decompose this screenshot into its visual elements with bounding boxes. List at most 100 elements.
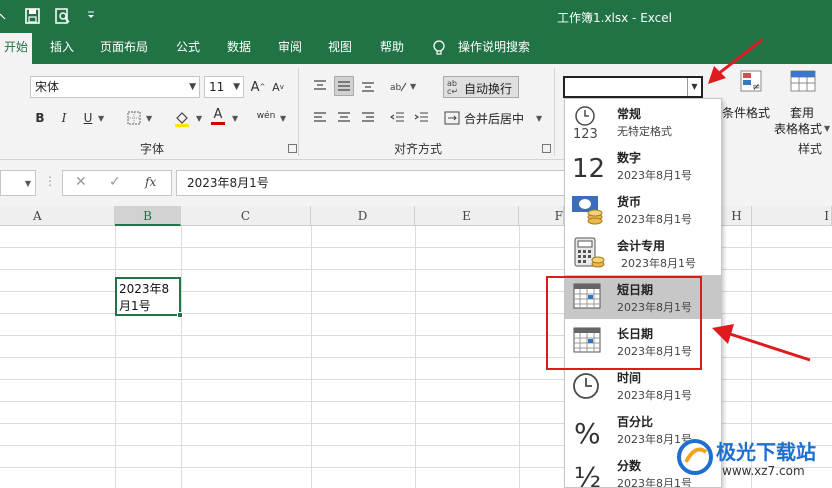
align-left-icon[interactable]	[310, 108, 330, 128]
format-example: 2023年8月1号	[617, 213, 692, 226]
align-bottom-icon[interactable]	[358, 76, 378, 96]
chevron-down-icon[interactable]: ▼	[232, 114, 238, 123]
svg-text:123: 123	[573, 127, 598, 139]
chevron-left-icon	[0, 9, 6, 29]
merge-center-icon[interactable]	[442, 108, 462, 128]
font-size-combobox[interactable]: 11 ▼	[204, 76, 244, 98]
percent-icon: %	[571, 413, 605, 450]
font-name-combobox[interactable]: 宋体 ▼	[30, 76, 200, 98]
print-preview-icon[interactable]	[54, 7, 74, 27]
dialog-launcher-icon[interactable]	[288, 144, 297, 153]
tab-data[interactable]: 数据	[227, 33, 251, 64]
bold-button[interactable]: B	[30, 108, 50, 128]
title-bar: 工作簿1.xlsx - Excel	[0, 0, 832, 33]
italic-button[interactable]: I	[54, 108, 74, 128]
increase-indent-icon[interactable]	[412, 108, 432, 128]
orientation-icon[interactable]: ab	[388, 76, 408, 96]
conditional-format-label[interactable]: 条件格式	[722, 104, 770, 121]
tab-home[interactable]: 开始	[0, 33, 33, 64]
chevron-down-icon[interactable]: ▼	[233, 77, 240, 97]
chevron-down-icon[interactable]: ▼	[25, 179, 31, 188]
number-12-icon: 12	[571, 149, 605, 184]
formula-buttons: ✕ ✓ fx	[62, 170, 172, 196]
table-format-label-2[interactable]: 表格格式	[774, 120, 822, 137]
increase-font-icon[interactable]: A ^	[248, 77, 268, 97]
selected-cell-b[interactable]: 2023年8 月1号	[115, 277, 183, 318]
save-icon[interactable]	[24, 7, 44, 27]
align-top-icon[interactable]	[310, 76, 330, 96]
table-format-icon[interactable]	[790, 70, 816, 96]
watermark-brand: 极光下载站	[716, 440, 816, 464]
chevron-down-icon[interactable]: ▼	[687, 78, 701, 96]
format-option-number[interactable]: 12 数字 2023年8月1号	[565, 143, 721, 187]
grip-icon: ⋮	[44, 174, 56, 188]
column-header-b[interactable]: B	[115, 206, 181, 226]
format-name: 数字	[617, 151, 642, 165]
tab-view[interactable]: 视图	[328, 33, 352, 64]
chevron-down-icon[interactable]: ▼	[410, 82, 416, 91]
format-option-currency[interactable]: 货币 2023年8月1号	[565, 187, 721, 231]
chevron-down-icon[interactable]: ▼	[280, 114, 286, 123]
group-divider	[554, 68, 555, 156]
chevron-down-icon[interactable]: ▼	[98, 114, 104, 123]
format-option-general[interactable]: 123 常规 无特定格式	[565, 99, 721, 143]
number-format-combobox[interactable]: ▼	[563, 76, 703, 98]
font-color-button[interactable]: A	[208, 106, 228, 126]
lightbulb-icon	[432, 40, 446, 61]
align-middle-icon[interactable]	[334, 76, 354, 96]
merge-center-label[interactable]: 合并后居中	[464, 110, 524, 127]
wrap-text-label: 自动换行	[464, 82, 513, 96]
formula-input[interactable]: 2023年8月1号	[176, 170, 576, 196]
cancel-icon[interactable]: ✕	[75, 174, 87, 190]
column-header-d[interactable]: D	[311, 206, 415, 226]
column-header-f[interactable]: F	[519, 206, 564, 226]
customize-quick-access-icon[interactable]	[86, 10, 106, 30]
font-size-value: 11	[209, 80, 225, 94]
align-right-icon[interactable]	[358, 108, 378, 128]
cell-text-line-2: 月1号	[119, 299, 151, 313]
tell-me-search[interactable]: 操作说明搜索	[458, 33, 530, 64]
name-box[interactable]: ▼	[0, 170, 36, 196]
enter-check-icon[interactable]: ✓	[109, 174, 121, 190]
column-header-h[interactable]: H	[722, 206, 752, 226]
column-header-i[interactable]: I	[752, 206, 832, 226]
format-name: 常规	[617, 107, 642, 121]
decrease-indent-icon[interactable]	[388, 108, 408, 128]
decrease-font-icon[interactable]: Av	[268, 77, 288, 97]
chevron-down-icon[interactable]: ▼	[196, 114, 202, 123]
chevron-down-icon[interactable]: ▼	[536, 114, 542, 123]
chevron-down-icon[interactable]: ▼	[824, 124, 830, 133]
grid-line	[519, 226, 520, 488]
font-name-value: 宋体	[35, 80, 60, 94]
window-title: 工作簿1.xlsx - Excel	[557, 11, 672, 25]
font-color-letter: A	[213, 106, 223, 122]
svg-text:½: ½	[574, 461, 601, 488]
align-center-icon[interactable]	[334, 108, 354, 128]
tab-insert[interactable]: 插入	[50, 33, 74, 64]
tab-review[interactable]: 审阅	[278, 33, 302, 64]
table-format-label-1[interactable]: 套用	[790, 104, 814, 121]
chevron-down-icon[interactable]: ▼	[146, 114, 152, 123]
format-name: 分数	[617, 459, 642, 473]
column-header-e[interactable]: E	[415, 206, 519, 226]
format-example: 2023年8月1号	[621, 257, 696, 270]
tab-page-layout[interactable]: 页面布局	[100, 33, 148, 64]
underline-button[interactable]: U	[78, 108, 98, 128]
insert-function-button[interactable]: fx	[145, 175, 156, 189]
clock-icon	[571, 369, 605, 401]
chevron-down-icon[interactable]: ▼	[189, 77, 196, 97]
format-option-accounting[interactable]: 会计专用 2023年8月1号	[565, 231, 721, 275]
fill-handle[interactable]	[177, 312, 183, 318]
border-icon[interactable]	[124, 108, 144, 128]
column-header-c[interactable]: C	[181, 206, 311, 226]
fill-color-icon[interactable]	[172, 108, 192, 128]
tab-formulas[interactable]: 公式	[176, 33, 200, 64]
wrap-text-button[interactable]: ab c↵ 自动换行	[443, 76, 519, 98]
tab-help[interactable]: 帮助	[380, 33, 404, 64]
column-header-a[interactable]: A	[0, 206, 115, 226]
group-divider	[298, 68, 299, 156]
annotation-arrow-top	[708, 38, 763, 84]
dialog-launcher-icon[interactable]	[542, 144, 551, 153]
phonetic-guide-button[interactable]: wén	[256, 106, 276, 126]
format-name: 时间	[617, 371, 642, 385]
